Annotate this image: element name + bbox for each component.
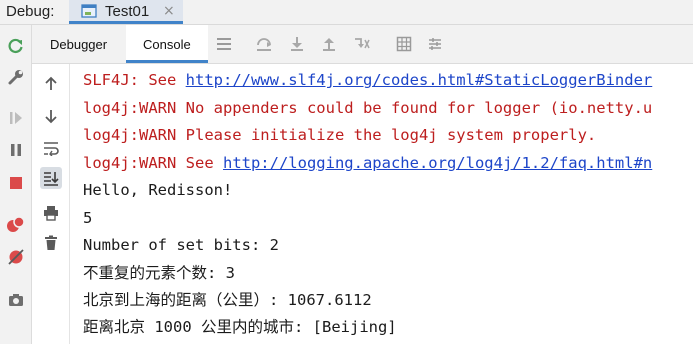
soft-wrap-icon[interactable] (40, 137, 62, 159)
console-line-text: log4j:WARN See (83, 154, 223, 172)
application-icon (81, 4, 97, 18)
up-arrow-icon[interactable] (40, 73, 62, 95)
debug-side-toolbar (0, 25, 32, 344)
evaluate-icon[interactable] (394, 34, 414, 54)
console-line: 不重复的元素个数: 3 (83, 264, 235, 282)
resume-icon[interactable] (5, 107, 27, 129)
tab-console[interactable]: Console (126, 25, 208, 63)
run-to-cursor-icon[interactable] (352, 34, 372, 54)
step-out-icon[interactable] (319, 34, 339, 54)
rerun-icon[interactable] (5, 35, 27, 57)
run-config-tab-label: Test01 (105, 3, 150, 20)
view-breakpoints-icon[interactable] (5, 214, 27, 236)
close-icon[interactable]: × (163, 3, 175, 19)
scroll-to-end-icon[interactable] (40, 167, 62, 189)
run-config-tab[interactable]: Test01 × (69, 0, 183, 24)
console-line-text: SLF4J: See (83, 71, 186, 89)
layout-icon[interactable] (214, 34, 234, 54)
debug-tabbar: Debugger Console (32, 25, 693, 64)
down-arrow-icon[interactable] (40, 105, 62, 127)
console-toolbar (32, 64, 70, 344)
print-icon[interactable] (40, 202, 62, 224)
tab-debugger-label: Debugger (50, 37, 108, 52)
settings-wrench-icon[interactable] (5, 66, 27, 88)
tab-debugger[interactable]: Debugger (32, 25, 126, 63)
stop-icon[interactable] (5, 172, 27, 194)
step-into-icon[interactable] (287, 34, 307, 54)
console-line: 距离北京 1000 公里内的城市: [Beijing] (83, 318, 397, 336)
console-link[interactable]: http://logging.apache.org/log4j/1.2/faq.… (223, 154, 652, 172)
console-line: 北京到上海的距离（公里）: 1067.6112 (83, 291, 372, 309)
mute-breakpoints-icon[interactable] (5, 246, 27, 268)
console-link[interactable]: http://www.slf4j.org/codes.html#StaticLo… (186, 71, 653, 89)
console-line: Hello, Redisson! (83, 181, 233, 199)
console-output[interactable]: SLF4J: See http://www.slf4j.org/codes.ht… (70, 64, 693, 344)
pause-icon[interactable] (5, 139, 27, 161)
console-line: log4j:WARN No appenders could be found f… (83, 99, 653, 117)
trace-icon[interactable] (425, 34, 445, 54)
console-line: 5 (83, 209, 93, 227)
console-line: SLF4J: See http://www.slf4j.org/codes.ht… (83, 70, 652, 90)
console-line: log4j:WARN Please initialize the log4j s… (83, 126, 597, 144)
console-line: log4j:WARN See http://logging.apache.org… (83, 153, 652, 173)
camera-icon[interactable] (5, 289, 27, 311)
tab-console-label: Console (143, 37, 191, 52)
step-over-icon[interactable] (254, 34, 274, 54)
debug-label: Debug: (6, 3, 55, 20)
debug-titlebar: Debug: Test01 × (0, 0, 693, 25)
clear-all-icon[interactable] (40, 232, 62, 254)
console-line: Number of set bits: 2 (83, 236, 279, 254)
